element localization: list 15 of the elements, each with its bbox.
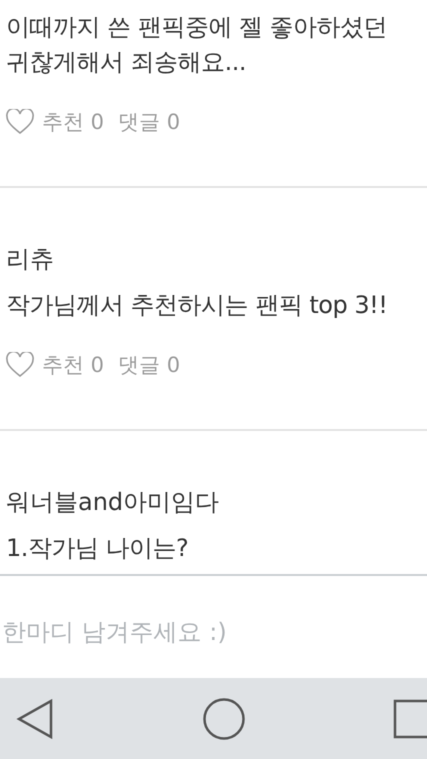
author-name: 워너블and아미임다 — [6, 487, 220, 518]
recommend-count: 추천 0 — [42, 109, 104, 136]
comment-text: 작가님께서 추천하시는 팬픽 top 3!! — [6, 290, 388, 321]
reply-count[interactable]: 댓글 0 — [118, 108, 180, 136]
comment-text: 귀찮게해서 죄송해요... — [6, 47, 248, 78]
comment-text: 1.작가님 나이는? — [6, 533, 190, 564]
author-name: 리츄 — [6, 244, 55, 275]
home-button[interactable] — [202, 696, 246, 740]
heart-icon[interactable] — [6, 352, 34, 378]
heart-icon[interactable] — [6, 109, 34, 135]
recommend-count: 추천 0 — [42, 352, 104, 379]
reply-count[interactable]: 댓글 0 — [118, 351, 180, 379]
recents-button[interactable] — [393, 698, 427, 738]
comment-text: 이때까지 쓴 팬픽중에 젤 좋아하셨던 — [6, 12, 388, 43]
back-button[interactable] — [16, 698, 54, 738]
